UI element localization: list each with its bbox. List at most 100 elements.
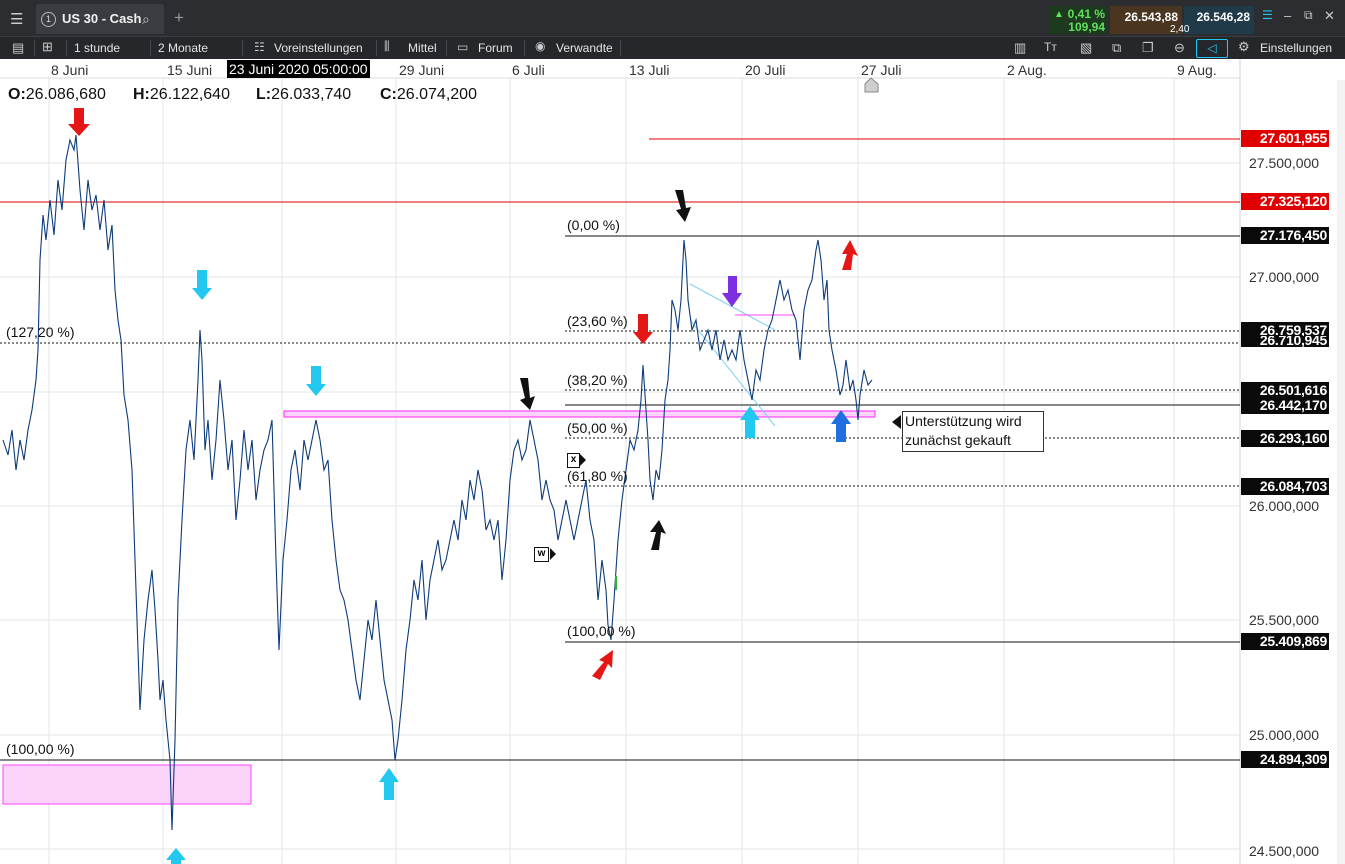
y-tick-24500: 24.500,000 <box>1249 843 1320 859</box>
price-label-26084: 26.084,703 <box>1241 478 1329 495</box>
support-zone-main <box>283 410 876 418</box>
time-marker-icon <box>864 77 879 93</box>
crosshair-time: 23 Juni 2020 05:00:00 <box>227 60 370 78</box>
chart-toolbar: ▤ ⊞ 1 stunde 2 Monate ☷ Voreinstellungen… <box>0 36 1345 59</box>
indicator-icon: ⫼ <box>384 39 390 53</box>
annotation-line-2: zunächst gekauft <box>905 432 1011 448</box>
ohlc-o-label: O: <box>8 86 26 103</box>
x-marker-pointer <box>580 454 586 466</box>
fib-label-382: (38,20 %) <box>567 372 628 388</box>
add-tab-icon[interactable]: + <box>174 8 184 28</box>
red-arrow-top-left <box>68 108 90 136</box>
y-tick-25000: 25.000,000 <box>1249 727 1320 743</box>
channel-line-lower <box>689 319 776 427</box>
ohlc-low-value: 26.033,740 <box>271 86 352 103</box>
shape-tool-icon[interactable]: ▧ <box>1080 40 1092 56</box>
price-label-24894: 24.894,309 <box>1241 751 1329 768</box>
list-icon[interactable]: ▤ <box>12 40 24 56</box>
purple-arrow-down <box>722 276 742 307</box>
note-pointer <box>892 415 901 429</box>
y-tick-26000: 26.000,000 <box>1249 498 1320 514</box>
ohlc-readout: O:26.086,680 <box>8 86 106 104</box>
ohlc-close-value: 26.074,200 <box>396 86 477 103</box>
red-arrow-up-1 <box>842 240 858 270</box>
spread-value: 2,40 <box>1170 24 1190 35</box>
ohlc-high-value: 26.122,640 <box>149 86 230 103</box>
ohlc-c-label: C: <box>380 86 397 103</box>
ladder-icon[interactable]: ☰ <box>1262 8 1273 22</box>
cyan-arrow-up-3 <box>166 848 186 864</box>
tab-title: US 30 - Cash <box>62 11 142 26</box>
red-arrow-down-2 <box>633 314 653 344</box>
text-tool-icon[interactable]: Tт <box>1044 40 1057 54</box>
ask-box[interactable]: 26.546,28 <box>1184 6 1254 34</box>
lock-icon[interactable]: ⊖ <box>1174 40 1185 56</box>
price-label-27325: 27.325,120 <box>1241 193 1329 210</box>
layout-icon[interactable]: ⊞ <box>42 39 53 55</box>
search-icon[interactable]: ⌕ <box>142 11 150 28</box>
cyan-arrow-down-1 <box>192 270 212 300</box>
eye-icon: ◉ <box>535 39 546 53</box>
tab-number: 1 <box>41 12 56 27</box>
y-tick-27000: 27.000,000 <box>1249 269 1320 285</box>
horizontal-grid <box>0 162 1240 850</box>
fib-ext-label-127: (127,20 %) <box>6 324 75 340</box>
minimize-icon[interactable]: – <box>1284 8 1291 23</box>
bid-price: 26.543,88 <box>1124 10 1178 24</box>
menu-icon[interactable]: ☰ <box>10 10 23 28</box>
draw-list-icon[interactable]: ▥ <box>1014 40 1026 56</box>
settings-gear-icon[interactable]: ⚙ <box>1238 39 1250 55</box>
x-label-3: 29 Juni <box>399 62 445 78</box>
indicator-button[interactable]: Mittel <box>408 37 437 59</box>
layers-icon[interactable]: ❐ <box>1142 40 1154 56</box>
x-label-7: 27 Juli <box>861 62 902 78</box>
presets-button[interactable]: Voreinstellungen <box>274 37 363 59</box>
price-chart[interactable] <box>0 59 1345 864</box>
change-abs: 109,94 <box>1068 20 1105 34</box>
annotation-line-1: Unterstützung wird <box>905 413 1022 429</box>
black-arrow-down-2 <box>675 190 691 222</box>
popout-icon[interactable]: ⧉ <box>1304 8 1313 23</box>
ohlc-close: C:26.074,200 <box>380 86 477 104</box>
arrow-markers <box>68 108 858 864</box>
x-label-6: 20 Juli <box>745 62 786 78</box>
support-zone-lower <box>2 764 252 805</box>
related-button[interactable]: Verwandte <box>556 37 613 59</box>
interval-button[interactable]: 1 stunde <box>74 37 120 59</box>
change-box: 0,41 % ▲ 109,94 <box>1050 6 1108 34</box>
x-label-4: 6 Juli <box>512 62 545 78</box>
settings-button[interactable]: Einstellungen <box>1260 37 1332 59</box>
ask-price: 26.546,28 <box>1196 10 1250 24</box>
forum-button[interactable]: Forum <box>478 37 513 59</box>
fib-label-0: (0,00 %) <box>567 217 620 233</box>
fib-label-618: (61,80 %) <box>567 468 628 484</box>
change-pct: 0,41 % <box>1067 7 1105 21</box>
ohlc-open: 26.086,680 <box>25 86 106 103</box>
marker-tool-icon[interactable]: ◁ <box>1196 39 1228 58</box>
price-label-25409: 25.409,869 <box>1241 633 1329 650</box>
x-label-2: 15 Juni <box>167 62 213 78</box>
x-marker[interactable]: x <box>567 453 580 468</box>
annotation-note[interactable]: Unterstützung wird zunächst gekauft <box>902 411 1044 452</box>
w-marker[interactable]: w <box>534 547 549 562</box>
copy-icon[interactable]: ⧉ <box>1112 40 1121 56</box>
change-up-icon: ▲ <box>1054 9 1064 20</box>
price-label-26293: 26.293,160 <box>1241 430 1329 447</box>
window-titlebar: ☰ 1 US 30 - Cash ⌕ + 0,41 % ▲ 109,94 26.… <box>0 0 1345 36</box>
forum-icon: ▭ <box>457 40 469 54</box>
price-label-26442: 26.442,170 <box>1241 397 1329 414</box>
ohlc-high: H:26.122,640 <box>133 86 230 104</box>
y-tick-25500: 25.500,000 <box>1249 612 1320 628</box>
x-label-9: 9 Aug. <box>1177 62 1217 78</box>
close-icon[interactable]: ✕ <box>1324 8 1335 24</box>
w-marker-pointer <box>550 548 556 560</box>
instrument-tab[interactable]: 1 US 30 - Cash ⌕ <box>36 4 164 34</box>
ohlc-low: L:26.033,740 <box>256 86 351 104</box>
red-arrow-up-2 <box>592 650 613 680</box>
black-arrow-up <box>650 520 666 550</box>
ohlc-h-label: H: <box>133 86 150 103</box>
x-label-8: 2 Aug. <box>1007 62 1047 78</box>
fib-ext-label-100: (100,00 %) <box>6 741 75 757</box>
range-button[interactable]: 2 Monate <box>158 37 208 59</box>
presets-icon: ☷ <box>254 40 265 54</box>
